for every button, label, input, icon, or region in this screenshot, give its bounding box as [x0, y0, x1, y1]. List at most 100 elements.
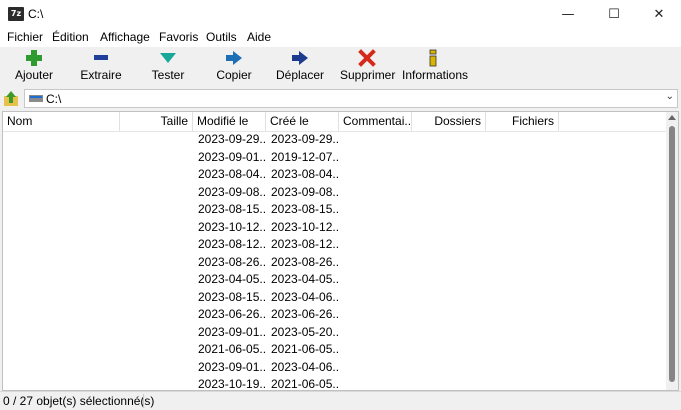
close-button[interactable]: ✕	[636, 0, 681, 29]
cell-modified: 2023-09-01...	[198, 324, 266, 339]
table-row[interactable]: ESD2023-08-15...2023-04-06...	[3, 289, 668, 307]
plus-icon	[26, 50, 42, 66]
column-files[interactable]: Fichiers	[486, 112, 559, 131]
copy-button[interactable]: Copier	[214, 49, 254, 85]
toolbar: Ajouter Extraire Tester Copier Déplacer …	[0, 47, 681, 87]
cell-modified: 2023-09-01...	[198, 149, 266, 164]
cell-modified: 2023-09-08...	[198, 184, 266, 199]
maximize-button[interactable]: ☐	[591, 0, 637, 29]
test-label: Tester	[151, 68, 185, 82]
scroll-up-arrow-icon[interactable]	[668, 115, 676, 120]
column-comment[interactable]: Commentai...	[339, 112, 412, 131]
parent-folder-icon[interactable]	[2, 90, 20, 108]
cell-modified: 2023-08-15...	[198, 202, 266, 216]
status-bar: 0 / 27 objet(s) sélectionné(s)	[0, 391, 681, 410]
table-row[interactable]: boot2023-08-26...2023-08-26...	[3, 254, 668, 272]
test-button[interactable]: Tester	[148, 49, 188, 85]
move-label: Déplacer	[276, 68, 325, 82]
extract-label: Extraire	[80, 68, 122, 82]
copy-arrow-icon	[226, 51, 242, 65]
table-row[interactable]: Documents and S...2023-04-05...2023-04-0…	[3, 271, 668, 289]
copy-label: Copier	[216, 68, 252, 82]
table-row[interactable]: $Recycle.Bin2023-09-01...2019-12-07...	[3, 149, 668, 167]
information-label: Informations	[402, 68, 469, 82]
menu-affichage[interactable]: Affichage	[100, 30, 150, 44]
cell-created: 2021-06-05...	[271, 342, 339, 356]
cell-created: 2021-06-05...	[271, 377, 339, 391]
cell-modified: 2021-06-05...	[198, 342, 266, 356]
scrollbar-thumb[interactable]	[669, 126, 675, 382]
cell-created: 2023-04-05...	[271, 272, 339, 286]
cell-modified: 2023-10-19...	[198, 377, 266, 391]
cell-modified: 2023-09-01...	[198, 359, 266, 374]
cell-created: 2023-04-06...	[271, 289, 339, 304]
cell-modified: 2023-04-05...	[198, 272, 266, 286]
cell-modified: 2023-10-12...	[198, 219, 266, 234]
path-dropdown-icon[interactable]: ⌄	[666, 91, 674, 102]
cell-modified: 2023-08-12...	[198, 237, 266, 251]
column-folders[interactable]: Dossiers	[412, 112, 486, 131]
table-row[interactable]: $SysReset2023-08-04...2023-08-04...	[3, 166, 668, 184]
move-arrow-icon	[292, 51, 308, 65]
column-modified[interactable]: Modifié le	[193, 112, 266, 131]
menu-aide[interactable]: Aide	[247, 30, 271, 44]
table-row[interactable]: Intel2023-06-26...2023-06-26...	[3, 306, 668, 324]
table-row[interactable]: $Windows.~WS2023-08-15...2023-08-15...	[3, 201, 668, 219]
menu-favoris[interactable]: Favoris	[159, 30, 198, 44]
cell-created: 2023-06-26...	[271, 307, 339, 321]
table-row[interactable]: $GetCurrent2023-09-29...2023-09-29...	[3, 131, 668, 149]
cell-created: 2023-09-08...	[271, 184, 339, 199]
drive-icon	[29, 95, 43, 102]
table-row[interactable]: BackupDrivers2023-08-12...2023-08-12...	[3, 236, 668, 254]
cell-created: 2023-08-12...	[271, 237, 339, 251]
file-list[interactable]: Nom Taille Modifié le Créé le Commentai.…	[2, 111, 679, 391]
move-button[interactable]: Déplacer	[276, 49, 324, 85]
title-bar: 7z C:\ — ☐ ✕	[0, 0, 681, 29]
menu-bar: Fichier Édition Affichage Favoris Outils…	[0, 29, 681, 47]
path-field[interactable]: C:\ ⌄	[24, 89, 678, 108]
cell-modified: 2023-08-15...	[198, 289, 266, 304]
cell-created: 2023-05-20...	[271, 324, 339, 339]
column-created[interactable]: Créé le	[266, 112, 339, 131]
extract-button[interactable]: Extraire	[78, 49, 124, 85]
minimize-button[interactable]: —	[545, 0, 591, 29]
cell-created: 2023-04-06...	[271, 359, 339, 374]
add-button[interactable]: Ajouter	[10, 49, 58, 85]
menu-edition[interactable]: Édition	[52, 30, 89, 44]
cell-created: 2023-09-29...	[271, 132, 339, 146]
cell-modified: 2023-09-29...	[198, 132, 266, 146]
cell-modified: 2023-08-04...	[198, 167, 266, 181]
information-button[interactable]: Informations	[402, 49, 469, 85]
table-row[interactable]: Program Files2023-10-19...2021-06-05...	[3, 376, 668, 391]
cell-created: 2023-08-04...	[271, 167, 339, 181]
menu-outils[interactable]: Outils	[206, 30, 237, 44]
cell-created: 2023-10-12...	[271, 219, 339, 234]
table-row[interactable]: $WINDOWS.~BT2023-09-08...2023-09-08...	[3, 184, 668, 202]
selection-status: 0 / 27 objet(s) sélectionné(s)	[3, 394, 155, 408]
delete-x-icon	[358, 49, 376, 67]
minus-icon	[94, 55, 108, 60]
delete-button[interactable]: Supprimer	[340, 49, 396, 85]
vertical-scrollbar[interactable]	[666, 112, 678, 390]
cell-created: 2023-08-26...	[271, 254, 339, 269]
check-arrow-icon	[160, 53, 176, 63]
info-icon	[429, 49, 437, 67]
column-name[interactable]: Nom	[3, 112, 120, 131]
table-row[interactable]: OneDriveTemp2023-09-01...2023-05-20...	[3, 324, 668, 342]
status-divider	[143, 394, 144, 408]
column-size[interactable]: Taille	[120, 112, 193, 131]
table-row[interactable]: PhotoFiltre112023-09-01...2023-04-06...	[3, 359, 668, 377]
address-bar: C:\ ⌄	[0, 87, 681, 111]
delete-label: Supprimer	[340, 68, 396, 82]
7zip-app-icon: 7z	[8, 7, 24, 21]
window-title: C:\	[28, 7, 44, 21]
table-row[interactable]: $WinREAgent2023-10-12...2023-10-12...	[3, 219, 668, 237]
column-header: Nom Taille Modifié le Créé le Commentai.…	[3, 112, 668, 132]
cell-modified: 2023-06-26...	[198, 307, 266, 321]
table-row[interactable]: PerfLogs2021-06-05...2021-06-05...	[3, 341, 668, 359]
cell-modified: 2023-08-26...	[198, 254, 266, 269]
add-label: Ajouter	[14, 68, 54, 82]
menu-fichier[interactable]: Fichier	[7, 30, 43, 44]
path-text: C:\	[46, 92, 62, 106]
cell-created: 2023-08-15...	[271, 202, 339, 216]
